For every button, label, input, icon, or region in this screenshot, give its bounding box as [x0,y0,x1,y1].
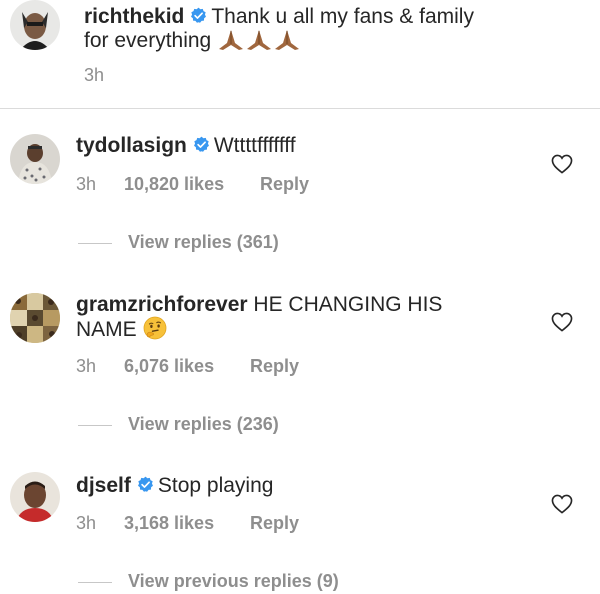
view-replies-link[interactable]: View replies (236) [128,414,279,434]
view-replies-row[interactable]: View replies (236) [78,413,279,435]
like-heart-icon[interactable] [551,494,573,514]
reply-button[interactable]: Reply [260,173,309,195]
view-replies-row[interactable]: View replies (361) [78,231,279,253]
post-caption-line-1: richthekid Thank u all my fans & family [84,4,474,30]
post-caption-line-2: for everything [84,28,301,58]
view-previous-replies-row[interactable]: View previous replies (9) [78,570,339,592]
reply-button[interactable]: Reply [250,355,299,377]
comment-time: 3h [76,356,97,376]
view-previous-replies-link[interactable]: View previous replies (9) [128,571,339,591]
comment-likes[interactable]: 3,168 likes [124,512,250,534]
like-heart-icon[interactable] [551,154,573,174]
folded-hands-icon [217,29,301,58]
view-replies-link[interactable]: View replies (361) [128,232,279,252]
verified-badge-icon [190,7,207,24]
caption-divider [0,108,600,109]
post-caption-text-2: for everything [84,29,212,52]
comment-time: 3h [76,174,97,194]
post-author-avatar[interactable] [10,0,60,50]
thinking-face-icon [143,316,167,347]
comment-likes[interactable]: 6,076 likes [124,355,250,377]
comment-username[interactable]: djself [76,474,131,497]
comment-time: 3h [76,513,97,533]
comment-text: HE CHANGING HIS [253,293,443,316]
comment-meta-gramzrichforever: 3h 6,076 likes Reply [76,355,299,377]
comment-meta-djself: 3h 3,168 likes Reply [76,512,299,534]
verified-badge-icon [193,136,210,153]
replies-dash [78,424,112,426]
comment-username[interactable]: gramzrichforever [76,293,248,316]
replies-dash [78,242,112,244]
comment-text-2: NAME [76,318,137,341]
comment-username[interactable]: tydollasign [76,134,187,157]
post-caption-text: Thank u all my fans & family [211,5,474,28]
post-timestamp: 3h [84,64,104,86]
comment-line-gramzrichforever: gramzrichforever HE CHANGING HIS [76,292,442,318]
comment-avatar-gramzrichforever[interactable] [10,293,60,343]
comment-text: Stop playing [157,474,274,497]
post-author-username[interactable]: richthekid [84,5,184,28]
post-time: 3h [84,65,105,85]
replies-dash [78,581,112,583]
comment-text: Wttttfffffff [213,134,296,157]
comment-line-tydollasign: tydollasign Wttttfffffff [76,133,296,159]
comment-line-djself: djself Stop playing [76,473,273,499]
comment-meta-tydollasign: 3h 10,820 likes Reply [76,173,309,195]
comment-avatar-djself[interactable] [10,472,60,522]
like-heart-icon[interactable] [551,312,573,332]
comment-avatar-tydollasign[interactable] [10,134,60,184]
comment-line-gramzrichforever-2: NAME [76,316,167,347]
reply-button[interactable]: Reply [250,512,299,534]
comment-likes[interactable]: 10,820 likes [124,173,260,195]
verified-badge-icon [137,476,154,493]
